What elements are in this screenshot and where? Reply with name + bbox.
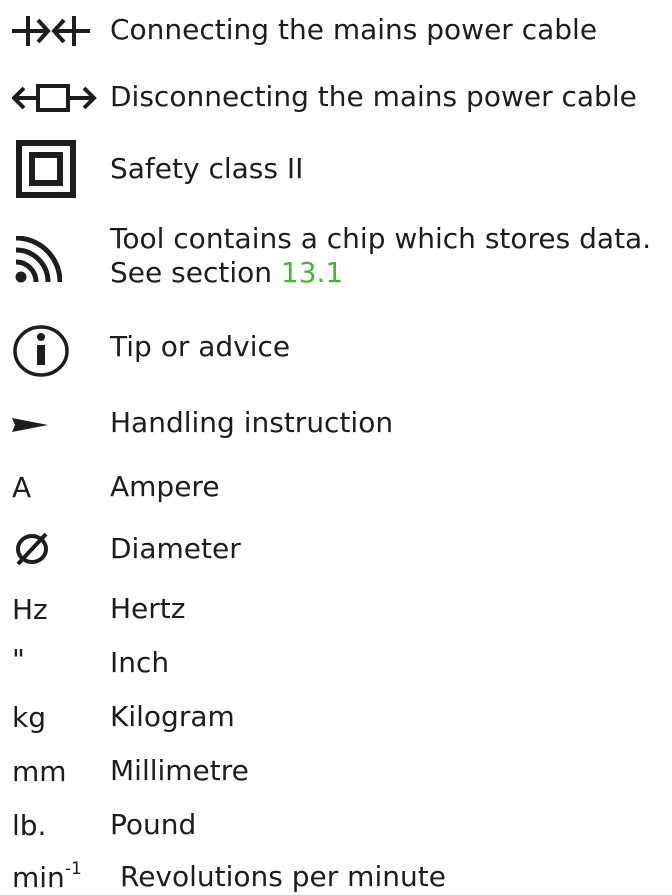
- unit-symbol: mm: [12, 755, 67, 788]
- legend-text: Ampere: [110, 470, 220, 503]
- safety-class-2-icon: [16, 140, 76, 198]
- legend-text: Hertz: [110, 592, 186, 625]
- section-link[interactable]: 13.1: [281, 256, 343, 289]
- legend-text: Inch: [110, 646, 170, 679]
- unit-symbol: A: [12, 471, 32, 504]
- rfid-chip-icon: [14, 236, 62, 284]
- legend-text: Tip or advice: [110, 330, 291, 363]
- info-icon: [12, 324, 70, 378]
- plug-connect-icon: [12, 12, 90, 50]
- legend-text: Connecting the mains power cable: [110, 13, 598, 46]
- plug-disconnect-icon: [12, 80, 98, 116]
- legend-text: Pound: [110, 808, 197, 841]
- unit-symbol: lb.: [12, 809, 47, 842]
- unit-symbol-base: min: [12, 861, 65, 894]
- legend-text-line1: Tool contains a chip which stores data.: [110, 222, 652, 255]
- unit-symbol: kg: [12, 701, 46, 734]
- legend-text-line2-prefix: See section: [110, 255, 281, 289]
- legend-text: Handling instruction: [110, 406, 394, 439]
- unit-symbol: ": [12, 643, 25, 676]
- pointer-arrow-icon: [12, 418, 48, 432]
- unit-symbol-superscript: -1: [64, 859, 82, 879]
- legend-text: Millimetre: [110, 754, 249, 787]
- unit-symbol: Hz: [12, 593, 48, 626]
- legend-text: Safety class II: [110, 152, 304, 185]
- legend-text: Diameter: [110, 532, 241, 565]
- legend-text: Kilogram: [110, 700, 235, 733]
- diameter-icon: [12, 532, 52, 566]
- legend-text: Revolutions per minute: [120, 860, 446, 893]
- legend-text: Disconnecting the mains power cable: [110, 80, 637, 113]
- legend-text-multiline: Tool contains a chip which stores data. …: [110, 222, 651, 289]
- unit-symbol: min-1: [12, 861, 82, 894]
